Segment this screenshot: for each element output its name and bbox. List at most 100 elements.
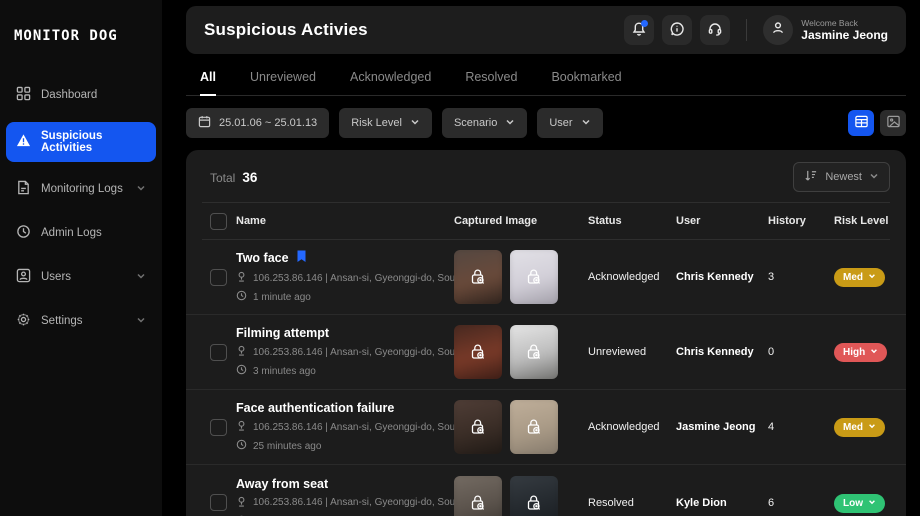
user-cell: Chris Kennedy bbox=[676, 271, 768, 283]
risk-level-text: Med bbox=[843, 422, 863, 433]
risk-badge[interactable]: Low bbox=[834, 494, 885, 513]
lock-magnifier-icon bbox=[454, 400, 502, 454]
ip-location-text: 106.253.86.146 | Ansan-si, Gyeonggi-do, … bbox=[253, 273, 466, 284]
lock-magnifier-icon bbox=[454, 325, 502, 379]
captured-thumb[interactable] bbox=[510, 250, 558, 304]
info-icon bbox=[669, 21, 685, 40]
table-view-button[interactable] bbox=[848, 110, 874, 136]
captured-images bbox=[454, 325, 588, 379]
risk-badge[interactable]: Med bbox=[834, 268, 885, 287]
row-checkbox[interactable] bbox=[210, 494, 227, 511]
chevron-down-icon bbox=[410, 117, 420, 130]
table-row[interactable]: Filming attempt 106.253.86.146 | Ansan-s… bbox=[186, 315, 906, 390]
gear-icon bbox=[16, 312, 31, 330]
row-checkbox[interactable] bbox=[210, 344, 227, 361]
row-checkbox[interactable] bbox=[210, 419, 227, 436]
top-header: Suspicious Activies bbox=[186, 6, 906, 54]
info-button[interactable] bbox=[662, 15, 692, 45]
history-cell: 3 bbox=[768, 271, 834, 283]
ip-location-text: 106.253.86.146 | Ansan-si, Gyeonggi-do, … bbox=[253, 422, 466, 433]
view-toggles bbox=[848, 110, 906, 136]
sidebar-item-settings[interactable]: Settings bbox=[6, 304, 156, 338]
ip-location-icon bbox=[236, 420, 247, 434]
user-cell: Jasmine Jeong bbox=[676, 421, 768, 433]
sidebar-item-label: Monitoring Logs bbox=[41, 183, 126, 195]
chevron-down-icon bbox=[136, 183, 146, 196]
user-filter-label: User bbox=[549, 117, 572, 129]
scenario-label: Scenario bbox=[454, 117, 497, 129]
main-content: Suspicious Activies bbox=[162, 0, 920, 516]
name-cell: Face authentication failure 106.253.86.1… bbox=[236, 401, 454, 453]
user-cell: Chris Kennedy bbox=[676, 346, 768, 358]
sort-value: Newest bbox=[825, 171, 862, 183]
risk-badge[interactable]: High bbox=[834, 343, 887, 362]
image-view-button[interactable] bbox=[880, 110, 906, 136]
filter-bar: 25.01.06 ~ 25.01.13 Risk Level Scenario … bbox=[186, 108, 906, 138]
captured-images bbox=[454, 476, 588, 516]
chevron-down-icon bbox=[868, 498, 876, 509]
tab-all[interactable]: All bbox=[200, 70, 216, 95]
activity-name: Filming attempt bbox=[236, 326, 329, 340]
chevron-down-icon bbox=[869, 171, 879, 184]
sidebar-item-label: Dashboard bbox=[41, 89, 146, 101]
captured-thumb[interactable] bbox=[510, 476, 558, 516]
person-icon bbox=[770, 20, 786, 41]
headset-icon bbox=[707, 21, 723, 40]
dashboard-icon bbox=[16, 86, 31, 104]
notifications-button[interactable] bbox=[624, 15, 654, 45]
clock-icon bbox=[236, 364, 247, 378]
risk-badge[interactable]: Med bbox=[834, 418, 885, 437]
table-row[interactable]: Face authentication failure 106.253.86.1… bbox=[186, 390, 906, 465]
row-checkbox[interactable] bbox=[210, 269, 227, 286]
column-header-status: Status bbox=[588, 215, 676, 227]
activity-name: Away from seat bbox=[236, 477, 328, 491]
captured-thumb[interactable] bbox=[510, 400, 558, 454]
table-row[interactable]: Two face 106.253.86.146 | Ansan-si, Gyeo… bbox=[186, 240, 906, 315]
captured-thumb[interactable] bbox=[454, 476, 502, 516]
tab-bookmarked[interactable]: Bookmarked bbox=[551, 70, 621, 95]
captured-thumb[interactable] bbox=[454, 400, 502, 454]
total-label: Total bbox=[210, 171, 235, 185]
sidebar-item-label: Admin Logs bbox=[41, 227, 146, 239]
table-row[interactable]: Away from seat 106.253.86.146 | Ansan-si… bbox=[186, 465, 906, 516]
date-range-filter[interactable]: 25.01.06 ~ 25.01.13 bbox=[186, 108, 329, 138]
chevron-down-icon bbox=[868, 272, 876, 283]
lock-magnifier-icon bbox=[454, 250, 502, 304]
tab-acknowledged[interactable]: Acknowledged bbox=[350, 70, 431, 95]
clock-icon bbox=[236, 290, 247, 304]
user-filter[interactable]: User bbox=[537, 108, 602, 138]
captured-images bbox=[454, 400, 588, 454]
sidebar-item-monitoring-logs[interactable]: Monitoring Logs bbox=[6, 172, 156, 206]
risk-level-filter[interactable]: Risk Level bbox=[339, 108, 432, 138]
sort-dropdown[interactable]: Newest bbox=[793, 162, 890, 192]
captured-thumb[interactable] bbox=[454, 250, 502, 304]
bookmark-icon bbox=[296, 250, 307, 266]
welcome-label: Welcome Back bbox=[801, 19, 888, 28]
user-cell: Kyle Dion bbox=[676, 497, 768, 509]
sidebar-item-suspicious-activities[interactable]: Suspicious Activities bbox=[6, 122, 156, 162]
sidebar-item-admin-logs[interactable]: Admin Logs bbox=[6, 216, 156, 250]
brand-logo: MONITOR DOG bbox=[0, 20, 162, 44]
support-button[interactable] bbox=[700, 15, 730, 45]
sidebar-item-dashboard[interactable]: Dashboard bbox=[6, 78, 156, 112]
history-cell: 4 bbox=[768, 421, 834, 433]
total-count: Total 36 bbox=[210, 170, 257, 185]
captured-images bbox=[454, 250, 588, 304]
risk-level-text: High bbox=[843, 347, 865, 358]
tab-unreviewed[interactable]: Unreviewed bbox=[250, 70, 316, 95]
name-cell: Away from seat 106.253.86.146 | Ansan-si… bbox=[236, 477, 454, 516]
column-header-user: User bbox=[676, 215, 768, 227]
column-header-risk: Risk Level bbox=[834, 215, 890, 227]
chevron-down-icon bbox=[868, 422, 876, 433]
tab-resolved[interactable]: Resolved bbox=[465, 70, 517, 95]
user-name: Jasmine Jeong bbox=[801, 29, 888, 41]
scenario-filter[interactable]: Scenario bbox=[442, 108, 527, 138]
welcome-block: Welcome Back Jasmine Jeong bbox=[801, 19, 892, 42]
captured-thumb[interactable] bbox=[510, 325, 558, 379]
ip-location-text: 106.253.86.146 | Ansan-si, Gyeonggi-do, … bbox=[253, 347, 466, 358]
sidebar-item-users[interactable]: Users bbox=[6, 260, 156, 294]
calendar-icon bbox=[198, 115, 211, 131]
captured-thumb[interactable] bbox=[454, 325, 502, 379]
avatar[interactable] bbox=[763, 15, 793, 45]
select-all-checkbox[interactable] bbox=[210, 213, 227, 230]
